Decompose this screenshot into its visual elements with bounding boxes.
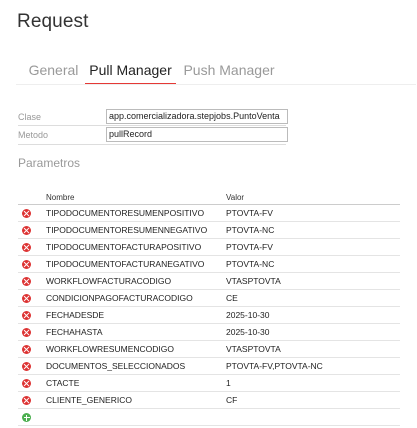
form-divider: [18, 144, 286, 145]
param-name-cell[interactable]: CONDICIONPAGOFACTURACODIGO: [46, 290, 215, 306]
param-value-cell[interactable]: PTOVTA-FV: [226, 239, 396, 255]
param-name-cell[interactable]: FECHADESDE: [46, 307, 215, 323]
column-header-nombre: Nombre: [46, 193, 75, 202]
remove-circle-icon[interactable]: [22, 209, 31, 218]
parametros-heading: Parametros: [18, 156, 81, 170]
param-value-cell[interactable]: PTOVTA-NC: [226, 222, 396, 238]
param-value-cell[interactable]: PTOVTA-FV: [226, 205, 396, 221]
param-value-cell[interactable]: PTOVTA-NC: [226, 256, 396, 272]
param-value-cell[interactable]: VTASPTOVTA: [226, 273, 396, 289]
table-row: TIPODOCUMENTORESUMENPOSITIVO PTOVTA-FV: [18, 205, 400, 222]
remove-circle-icon[interactable]: [22, 345, 31, 354]
tab-pull-manager[interactable]: Pull Manager: [85, 60, 176, 85]
table-row: CONDICIONPAGOFACTURACODIGO CE: [18, 290, 400, 307]
table-row: WORKFLOWFACTURACODIGO VTASPTOVTA: [18, 273, 400, 290]
remove-circle-icon[interactable]: [22, 379, 31, 388]
table-row: CTACTE 1: [18, 375, 400, 392]
table-row: FECHADESDE 2025-10-30: [18, 307, 400, 324]
param-name-cell[interactable]: TIPODOCUMENTORESUMENNEGATIVO: [46, 222, 215, 238]
param-name-cell[interactable]: WORKFLOWFACTURACODIGO: [46, 273, 215, 289]
remove-circle-icon[interactable]: [22, 328, 31, 337]
param-value-cell[interactable]: CE: [226, 290, 396, 306]
remove-circle-icon[interactable]: [22, 243, 31, 252]
table-row: FECHAHASTA 2025-10-30: [18, 324, 400, 341]
clase-field[interactable]: app.comercializadora.stepjobs.PuntoVenta: [106, 109, 288, 124]
page-title: Request: [17, 11, 89, 32]
param-value-cell[interactable]: VTASPTOVTA: [226, 341, 396, 357]
form-divider: [18, 125, 286, 126]
remove-circle-icon[interactable]: [22, 294, 31, 303]
remove-circle-icon[interactable]: [22, 226, 31, 235]
param-name-cell[interactable]: FECHAHASTA: [46, 324, 215, 340]
param-value-cell[interactable]: 2025-10-30: [226, 324, 396, 340]
tabs-divider: [16, 84, 416, 85]
param-name-cell[interactable]: WORKFLOWRESUMENCODIGO: [46, 341, 215, 357]
tab-push-manager[interactable]: Push Manager: [183, 60, 275, 82]
table-row: CLIENTE_GENERICO CF: [18, 392, 400, 409]
param-name-cell[interactable]: CTACTE: [46, 375, 215, 391]
param-value-cell[interactable]: CF: [226, 392, 396, 408]
param-value-cell[interactable]: 1: [226, 375, 396, 391]
param-name-cell[interactable]: TIPODOCUMENTOFACTURANEGATIVO: [46, 256, 215, 272]
param-value-cell[interactable]: 2025-10-30: [226, 307, 396, 323]
table-row: TIPODOCUMENTOFACTURAPOSITIVO PTOVTA-FV: [18, 239, 400, 256]
param-name-cell[interactable]: TIPODOCUMENTOFACTURAPOSITIVO: [46, 239, 215, 255]
remove-circle-icon[interactable]: [22, 260, 31, 269]
param-name-cell[interactable]: TIPODOCUMENTORESUMENPOSITIVO: [46, 205, 215, 221]
metodo-field[interactable]: pullRecord: [106, 127, 288, 142]
param-value-cell[interactable]: PTOVTA-FV,PTOVTA-NC: [226, 358, 396, 374]
clase-label: Clase: [18, 112, 42, 122]
param-name-cell[interactable]: CLIENTE_GENERICO: [46, 392, 215, 408]
table-row: DOCUMENTOS_SELECCIONADOS PTOVTA-FV,PTOVTA…: [18, 358, 400, 375]
table-row: TIPODOCUMENTORESUMENNEGATIVO PTOVTA-NC: [18, 222, 400, 239]
remove-circle-icon[interactable]: [22, 277, 31, 286]
tab-general[interactable]: General: [25, 60, 82, 82]
column-header-valor: Valor: [226, 193, 245, 202]
table-row: WORKFLOWRESUMENCODIGO VTASPTOVTA: [18, 341, 400, 358]
add-circle-icon[interactable]: [22, 413, 31, 422]
add-row: [18, 409, 400, 426]
parametros-table: Nombre Valor TIPODOCUMENTORESUMENPOSITIV…: [18, 188, 400, 426]
remove-circle-icon[interactable]: [22, 362, 31, 371]
metodo-label: Metodo: [18, 130, 49, 140]
remove-circle-icon[interactable]: [22, 396, 31, 405]
table-row: TIPODOCUMENTOFACTURANEGATIVO PTOVTA-NC: [18, 256, 400, 273]
remove-circle-icon[interactable]: [22, 311, 31, 320]
table-header: Nombre Valor: [18, 188, 400, 205]
param-name-cell[interactable]: DOCUMENTOS_SELECCIONADOS: [46, 358, 215, 374]
